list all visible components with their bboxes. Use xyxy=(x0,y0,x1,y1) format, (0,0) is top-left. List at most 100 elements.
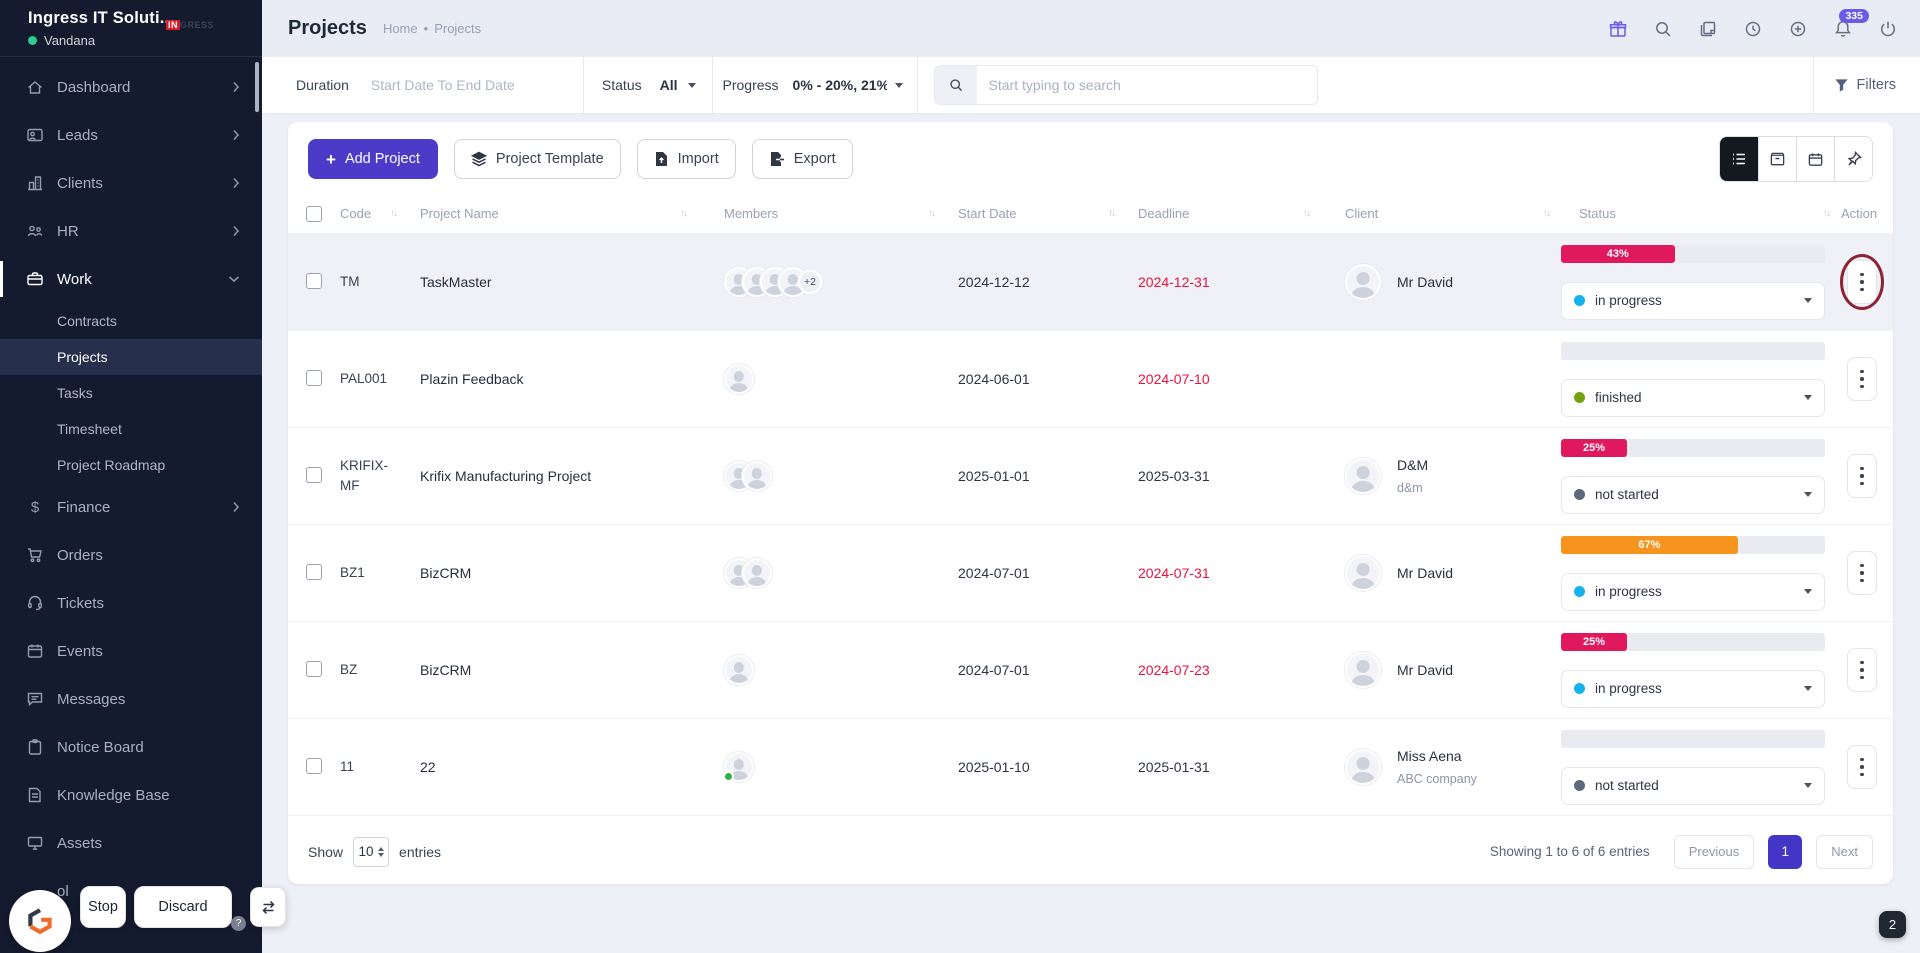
sidebar-subitem-contracts[interactable]: Contracts xyxy=(0,303,262,339)
next-page-button[interactable]: Next xyxy=(1816,834,1873,869)
stop-button[interactable]: Stop xyxy=(80,886,126,928)
select-all-checkbox[interactable] xyxy=(306,205,322,222)
cell-status: finished xyxy=(1561,341,1841,417)
notification-count-floating-badge[interactable]: 2 xyxy=(1879,911,1906,938)
add-icon[interactable] xyxy=(1788,19,1808,39)
status-dropdown[interactable]: not started xyxy=(1561,766,1825,805)
sidebar-item-dashboard[interactable]: Dashboard xyxy=(0,63,262,111)
sort-code[interactable] xyxy=(390,208,396,219)
sidebar-item-hr[interactable]: HR xyxy=(0,207,262,255)
building-icon xyxy=(26,174,44,192)
import-button[interactable]: Import xyxy=(636,139,736,179)
progress-bar: 25% xyxy=(1561,632,1825,651)
row-actions-button[interactable] xyxy=(1847,551,1877,595)
search-icon[interactable] xyxy=(1653,19,1673,39)
page-1-button[interactable]: 1 xyxy=(1768,834,1803,869)
pin-view-button[interactable] xyxy=(1834,137,1872,181)
export-button[interactable]: Export xyxy=(751,139,853,179)
sidebar-item-tickets[interactable]: Tickets xyxy=(0,579,262,627)
page-title: Projects xyxy=(288,17,367,39)
hexagon-logo-icon xyxy=(28,908,52,935)
compare-button[interactable] xyxy=(250,887,286,927)
project-name-link[interactable]: 22 xyxy=(408,759,698,775)
sidebar-item-leads[interactable]: Leads xyxy=(0,111,262,159)
clock-icon[interactable] xyxy=(1743,19,1763,39)
notes-icon[interactable] xyxy=(1698,19,1718,39)
row-checkbox[interactable] xyxy=(306,757,322,774)
status-dropdown[interactable]: in progress xyxy=(1561,281,1825,320)
sidebar-item-knowledge-base[interactable]: Knowledge Base xyxy=(0,771,262,819)
sidebar-item-notice-board[interactable]: Notice Board xyxy=(0,723,262,771)
caret-down-icon xyxy=(894,82,903,88)
sort-deadline[interactable] xyxy=(1303,208,1309,219)
sidebar-item-assets[interactable]: Assets xyxy=(0,819,262,867)
duration-input[interactable] xyxy=(370,77,561,93)
discard-button[interactable]: Discard xyxy=(134,886,232,928)
sidebar-item-orders[interactable]: Orders xyxy=(0,531,262,579)
notifications-bell-icon[interactable]: 335 xyxy=(1833,8,1869,39)
sidebar-subitem-project-roadmap[interactable]: Project Roadmap xyxy=(0,447,262,483)
breadcrumb-separator: • xyxy=(423,21,429,36)
project-name-link[interactable]: TaskMaster xyxy=(408,274,698,290)
add-project-button[interactable]: + Add Project xyxy=(308,139,438,179)
previous-page-button[interactable]: Previous xyxy=(1673,834,1755,869)
client-avatar xyxy=(1345,749,1381,785)
status-dropdown[interactable]: not started xyxy=(1561,475,1825,514)
sidebar-item-finance[interactable]: $ Finance xyxy=(0,483,262,531)
power-icon[interactable] xyxy=(1878,19,1898,39)
notification-count-badge: 335 xyxy=(1839,8,1869,23)
sidebar-item-clients[interactable]: Clients xyxy=(0,159,262,207)
row-actions-button[interactable] xyxy=(1847,454,1877,498)
projects-card: + Add Project Project Template Import Ex… xyxy=(288,122,1893,884)
sidebar-scrollbar[interactable] xyxy=(255,62,259,112)
cell-deadline: 2025-01-31 xyxy=(1138,759,1210,775)
sort-project-name[interactable] xyxy=(680,208,686,219)
kanban-view-button[interactable] xyxy=(1758,137,1796,181)
row-actions-button[interactable] xyxy=(1847,357,1877,401)
status-dropdown[interactable]: in progress xyxy=(1561,669,1825,708)
assistant-logo-button[interactable] xyxy=(9,890,71,952)
row-checkbox[interactable] xyxy=(306,660,322,677)
help-badge[interactable]: ? xyxy=(231,916,246,931)
sidebar-subitem-projects[interactable]: Projects xyxy=(0,339,262,375)
list-view-button[interactable] xyxy=(1720,137,1758,181)
row-checkbox[interactable] xyxy=(306,466,322,483)
extra-members-badge[interactable]: +2 xyxy=(798,270,822,294)
gift-icon[interactable] xyxy=(1608,19,1628,39)
sidebar-subitem-tasks[interactable]: Tasks xyxy=(0,375,262,411)
row-actions-button[interactable] xyxy=(1847,648,1877,692)
row-actions-button[interactable] xyxy=(1847,745,1877,789)
calendar-view-button[interactable] xyxy=(1796,137,1834,181)
row-checkbox[interactable] xyxy=(306,272,322,289)
entries-per-page-spinner[interactable]: 10 xyxy=(353,836,390,867)
status-filter[interactable]: Status All xyxy=(584,57,712,113)
row-actions-button[interactable] xyxy=(1847,260,1877,304)
cart-icon xyxy=(26,546,44,564)
project-name-link[interactable]: BizCRM xyxy=(408,565,698,581)
row-checkbox[interactable] xyxy=(306,369,322,386)
sort-client[interactable] xyxy=(1543,208,1549,219)
status-dot xyxy=(1574,295,1585,306)
sort-start-date[interactable] xyxy=(1108,208,1114,219)
cell-deadline: 2025-03-31 xyxy=(1138,468,1210,484)
sort-status[interactable] xyxy=(1823,208,1829,219)
project-name-link[interactable]: Krifix Manufacturing Project xyxy=(408,468,698,484)
sidebar-item-messages[interactable]: Messages xyxy=(0,675,262,723)
sort-members[interactable] xyxy=(928,208,934,219)
status-dropdown[interactable]: finished xyxy=(1561,378,1825,417)
project-template-button[interactable]: Project Template xyxy=(453,139,621,179)
sidebar-item-events[interactable]: Events xyxy=(0,627,262,675)
filter-bar: Duration Status All Progress 0% - 20%, 2… xyxy=(262,57,1920,114)
pagination: Showing 1 to 6 of 6 entries Previous 1 N… xyxy=(1490,834,1873,869)
row-checkbox[interactable] xyxy=(306,563,322,580)
filters-button[interactable]: Filters xyxy=(1812,57,1920,113)
sidebar-item-work[interactable]: Work xyxy=(0,255,262,303)
sidebar-subitem-timesheet[interactable]: Timesheet xyxy=(0,411,262,447)
breadcrumb-home[interactable]: Home xyxy=(383,21,418,36)
status-dropdown[interactable]: in progress xyxy=(1561,572,1825,611)
project-name-link[interactable]: Plazin Feedback xyxy=(408,371,698,387)
progress-filter[interactable]: Progress 0% - 20%, 21% xyxy=(713,57,917,113)
search-input[interactable] xyxy=(976,77,1317,93)
cell-deadline: 2024-12-31 xyxy=(1138,274,1210,290)
project-name-link[interactable]: BizCRM xyxy=(408,662,698,678)
